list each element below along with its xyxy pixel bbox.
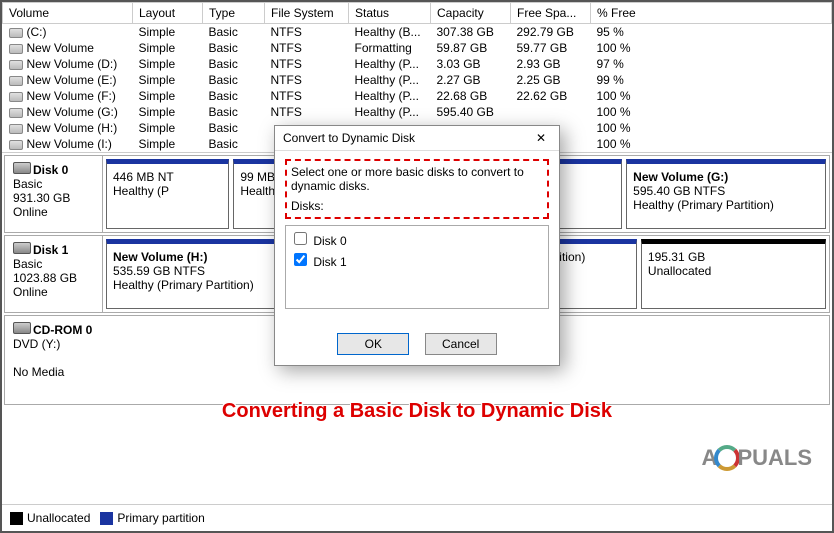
drive-icon bbox=[9, 140, 23, 150]
column-header[interactable]: File System bbox=[265, 3, 349, 24]
drive-icon bbox=[9, 108, 23, 118]
table-row[interactable]: New Volume (D:) SimpleBasicNTFSHealthy (… bbox=[3, 56, 832, 72]
column-header[interactable]: Status bbox=[349, 3, 431, 24]
partition[interactable]: 446 MB NTHealthy (P bbox=[106, 159, 229, 229]
dialog-instruction: Select one or more basic disks to conver… bbox=[291, 165, 543, 193]
disk-0-label: Disk 0 Basic 931.30 GB Online bbox=[5, 156, 103, 232]
column-header[interactable]: Volume bbox=[3, 3, 133, 24]
instruction-highlight: Select one or more basic disks to conver… bbox=[285, 159, 549, 219]
table-row[interactable]: New Volume (G:) SimpleBasicNTFSHealthy (… bbox=[3, 104, 832, 120]
disk-icon bbox=[13, 242, 31, 254]
disk-option[interactable]: Disk 0 bbox=[288, 228, 546, 249]
column-header[interactable]: Capacity bbox=[431, 3, 511, 24]
convert-dialog: Convert to Dynamic Disk ✕ Select one or … bbox=[274, 125, 560, 366]
disk-option[interactable]: Disk 1 bbox=[288, 249, 546, 270]
disk-icon bbox=[13, 162, 31, 174]
disk-checkbox[interactable] bbox=[294, 232, 307, 245]
table-row[interactable]: New Volume SimpleBasicNTFSFormatting 59.… bbox=[3, 40, 832, 56]
legend-swatch-unallocated bbox=[10, 512, 23, 525]
table-row[interactable]: (C:) SimpleBasicNTFSHealthy (B... 307.38… bbox=[3, 24, 832, 41]
drive-icon bbox=[9, 76, 23, 86]
cdrom-label: CD-ROM 0 DVD (Y:) No Media bbox=[5, 316, 100, 404]
cdrom-icon bbox=[13, 322, 31, 334]
table-row[interactable]: New Volume (F:) SimpleBasicNTFSHealthy (… bbox=[3, 88, 832, 104]
dialog-titlebar[interactable]: Convert to Dynamic Disk ✕ bbox=[275, 126, 559, 151]
dialog-title: Convert to Dynamic Disk bbox=[283, 131, 415, 145]
close-icon[interactable]: ✕ bbox=[531, 131, 551, 145]
watermark: APUALS bbox=[702, 445, 812, 471]
column-header[interactable]: Type bbox=[203, 3, 265, 24]
column-header[interactable]: % Free bbox=[591, 3, 832, 24]
ok-button[interactable]: OK bbox=[337, 333, 409, 355]
column-header[interactable]: Layout bbox=[133, 3, 203, 24]
disks-label: Disks: bbox=[291, 199, 543, 213]
table-row[interactable]: New Volume (E:) SimpleBasicNTFSHealthy (… bbox=[3, 72, 832, 88]
legend-swatch-primary bbox=[100, 512, 113, 525]
disk-checkbox[interactable] bbox=[294, 253, 307, 266]
drive-icon bbox=[9, 124, 23, 134]
annotation-caption: Converting a Basic Disk to Dynamic Disk bbox=[2, 400, 832, 423]
disk-list[interactable]: Disk 0 Disk 1 bbox=[285, 225, 549, 309]
column-header[interactable]: Free Spa... bbox=[511, 3, 591, 24]
drive-icon bbox=[9, 44, 23, 54]
disk-1-label: Disk 1 Basic 1023.88 GB Online bbox=[5, 236, 103, 312]
drive-icon bbox=[9, 60, 23, 70]
cancel-button[interactable]: Cancel bbox=[425, 333, 497, 355]
partition[interactable]: New Volume (G:)595.40 GB NTFSHealthy (Pr… bbox=[626, 159, 826, 229]
drive-icon bbox=[9, 28, 23, 38]
partition[interactable]: 195.31 GBUnallocated bbox=[641, 239, 826, 309]
drive-icon bbox=[9, 92, 23, 102]
legend: Unallocated Primary partition bbox=[2, 504, 832, 531]
